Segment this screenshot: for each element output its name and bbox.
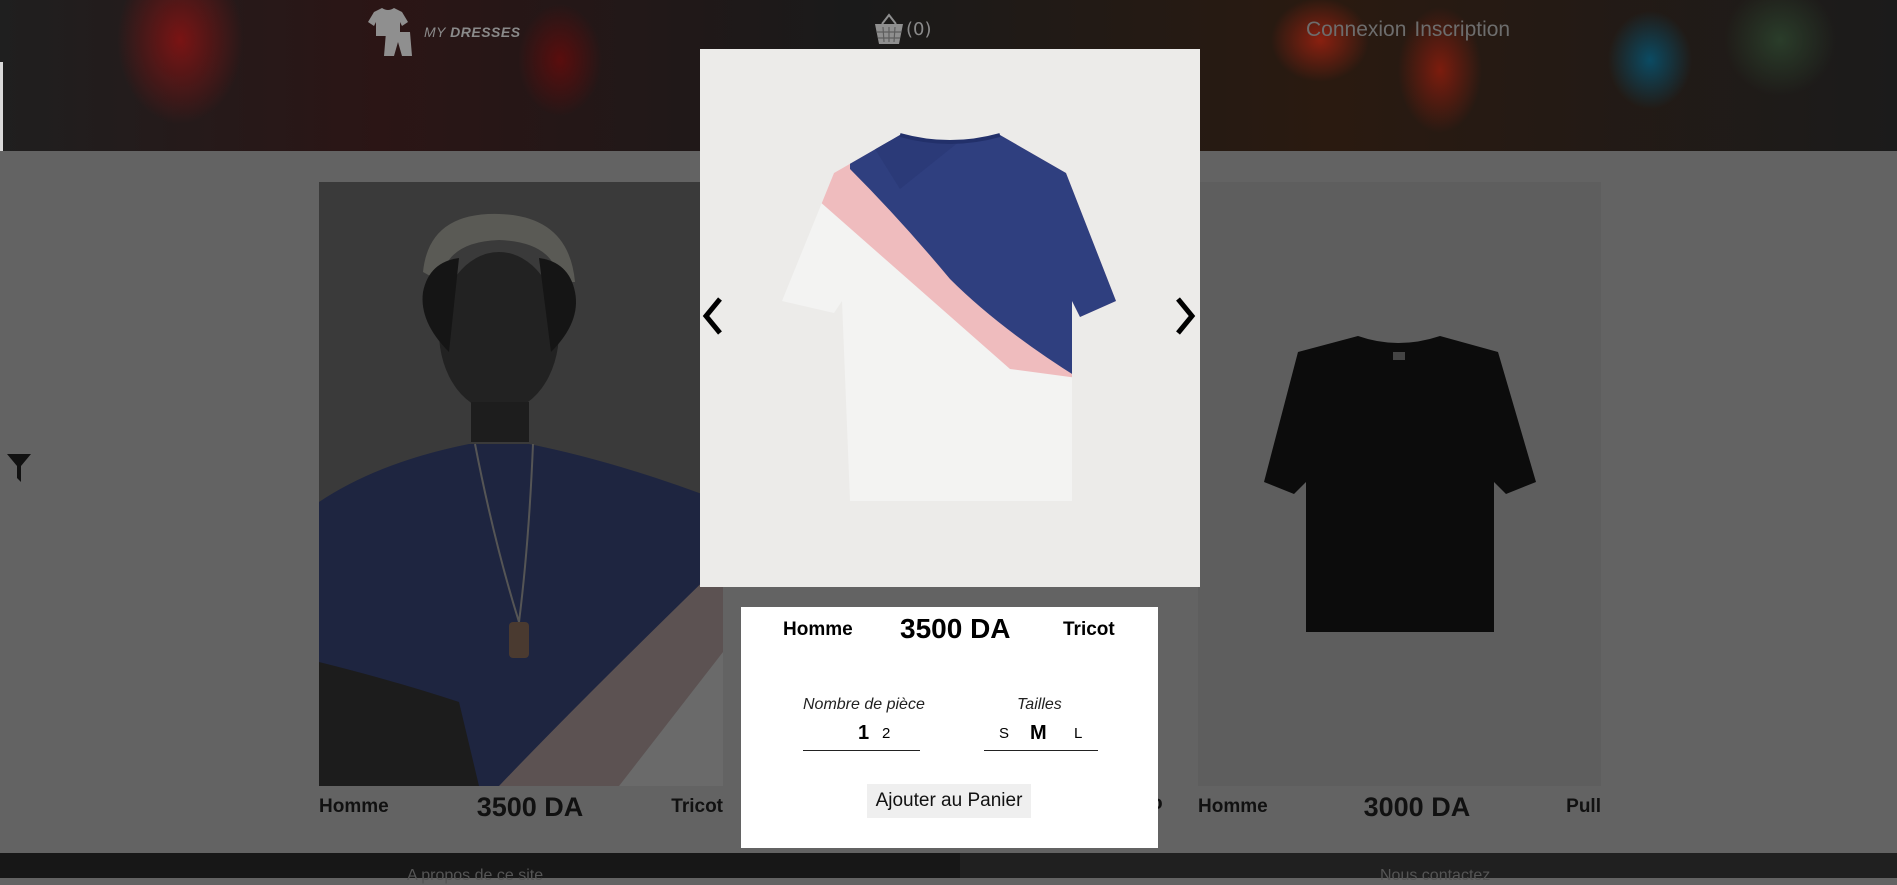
product-price: 3500 DA xyxy=(476,791,584,822)
product-info-3: Homme 3000 DA Pull xyxy=(1198,791,1601,822)
auth-links: Connexion Inscription xyxy=(1306,18,1510,42)
signup-link[interactable]: Inscription xyxy=(1414,18,1510,42)
modal-product-image xyxy=(700,49,1200,587)
cart-count: (0) xyxy=(906,18,932,40)
size-option-m[interactable]: M xyxy=(1030,722,1047,745)
header-edge xyxy=(0,62,3,151)
site-logo[interactable]: MY DRESSES xyxy=(362,6,521,58)
product-gender: Homme xyxy=(319,796,389,817)
footer-contact-section: Nous contactez xyxy=(960,853,1897,884)
size-selector: S M L xyxy=(984,722,1098,751)
footer-contact[interactable]: Nous contactez xyxy=(1380,867,1490,885)
next-image-arrow-icon[interactable] xyxy=(1174,296,1196,336)
size-option-s[interactable]: S xyxy=(999,725,1009,742)
filter-icon[interactable] xyxy=(6,452,32,484)
modal-details-panel: Homme 3500 DA Tricot Nombre de pièce Tai… xyxy=(741,607,1158,848)
product-image-3[interactable] xyxy=(1198,182,1601,786)
sizes-label: Tailles xyxy=(1017,696,1062,713)
quantity-option-2[interactable]: 2 xyxy=(882,725,890,742)
product-info-1: Homme 3500 DA Tricot xyxy=(319,791,723,822)
product-type: Pull xyxy=(1566,796,1601,817)
tie-dye-tshirt-photo xyxy=(700,49,1200,587)
footer: A propos de ce site Nous contactez xyxy=(0,853,1897,884)
modal-product-type: Tricot xyxy=(1063,619,1115,640)
logo-prefix: MY xyxy=(424,24,446,40)
black-tshirt-photo xyxy=(1198,182,1601,786)
basket-icon xyxy=(875,13,903,44)
product-type: Tricot xyxy=(671,796,723,817)
footer-about[interactable]: A propos de ce site xyxy=(407,867,543,885)
logo-name: DRESSES xyxy=(450,24,521,40)
model-photo xyxy=(319,182,723,786)
quantity-selector: 1 2 xyxy=(803,722,920,751)
add-to-cart-button[interactable]: Ajouter au Panier xyxy=(867,784,1031,818)
product-gender: Homme xyxy=(1198,796,1268,817)
product-price: 3000 DA xyxy=(1363,791,1471,822)
quantity-label: Nombre de pièce xyxy=(803,696,925,713)
clothes-logo-icon xyxy=(368,8,412,56)
login-link[interactable]: Connexion xyxy=(1306,18,1406,42)
quantity-option-1[interactable]: 1 xyxy=(858,722,869,745)
size-option-l[interactable]: L xyxy=(1074,725,1082,742)
product-image-1[interactable] xyxy=(319,182,723,786)
cart-button[interactable]: (0) xyxy=(872,12,932,46)
footer-about-section: A propos de ce site xyxy=(0,853,960,884)
logo-text: MY DRESSES xyxy=(424,24,521,40)
previous-image-arrow-icon[interactable] xyxy=(702,296,724,336)
